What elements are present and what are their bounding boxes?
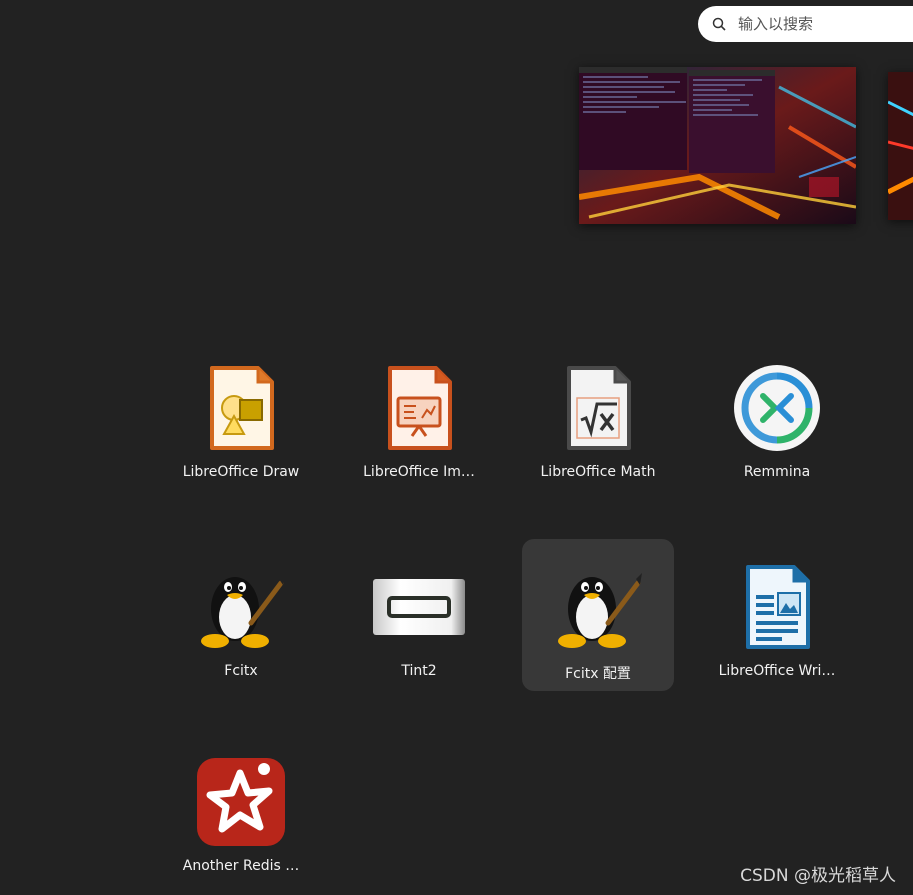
libreoffice-math-icon [550,360,646,456]
workspace-thumbnail[interactable] [579,67,856,224]
app-fcitx[interactable]: Fcitx [165,539,317,691]
app-libreoffice-math[interactable]: LibreOffice Math [522,340,674,492]
watermark: CSDN @极光稻草人 [740,866,896,886]
workspace-thumbnail-2[interactable] [888,72,913,220]
app-label: LibreOffice Wri… [718,663,836,679]
wallpaper-circuit [888,72,913,220]
another-redis-desktop-icon [193,754,289,850]
libreoffice-draw-icon [193,360,289,456]
app-fcitx-config[interactable]: Fcitx 配置 [522,539,674,691]
app-label: LibreOffice Im… [363,464,475,480]
app-label: Fcitx 配置 [565,666,631,682]
libreoffice-impress-icon [371,360,467,456]
libreoffice-writer-icon [729,559,825,655]
app-libreoffice-impress[interactable]: LibreOffice Im… [343,340,495,492]
app-label: LibreOffice Math [540,464,656,480]
app-tint2[interactable]: Tint2 [343,539,495,691]
app-label: Tint2 [401,663,437,679]
fcitx-penguin-icon [193,559,289,655]
remmina-icon [729,360,825,456]
terminal-window-thumb [579,67,687,170]
app-libreoffice-draw[interactable]: LibreOffice Draw [165,340,317,492]
app-label: Fcitx [224,663,258,679]
editor-window-thumb [689,70,775,173]
tint2-icon [371,559,467,655]
fcitx-config-penguin-icon [550,559,646,655]
app-label: Another Redis … [182,858,300,874]
app-remmina[interactable]: Remmina [701,340,853,492]
search-field[interactable] [698,6,913,42]
search-icon [712,17,726,31]
app-label: Remmina [743,464,811,480]
search-input[interactable] [736,14,913,34]
app-another-redis-desktop[interactable]: Another Redis … [165,734,317,886]
app-label: LibreOffice Draw [182,464,300,480]
app-libreoffice-writer[interactable]: LibreOffice Wri… [701,539,853,691]
